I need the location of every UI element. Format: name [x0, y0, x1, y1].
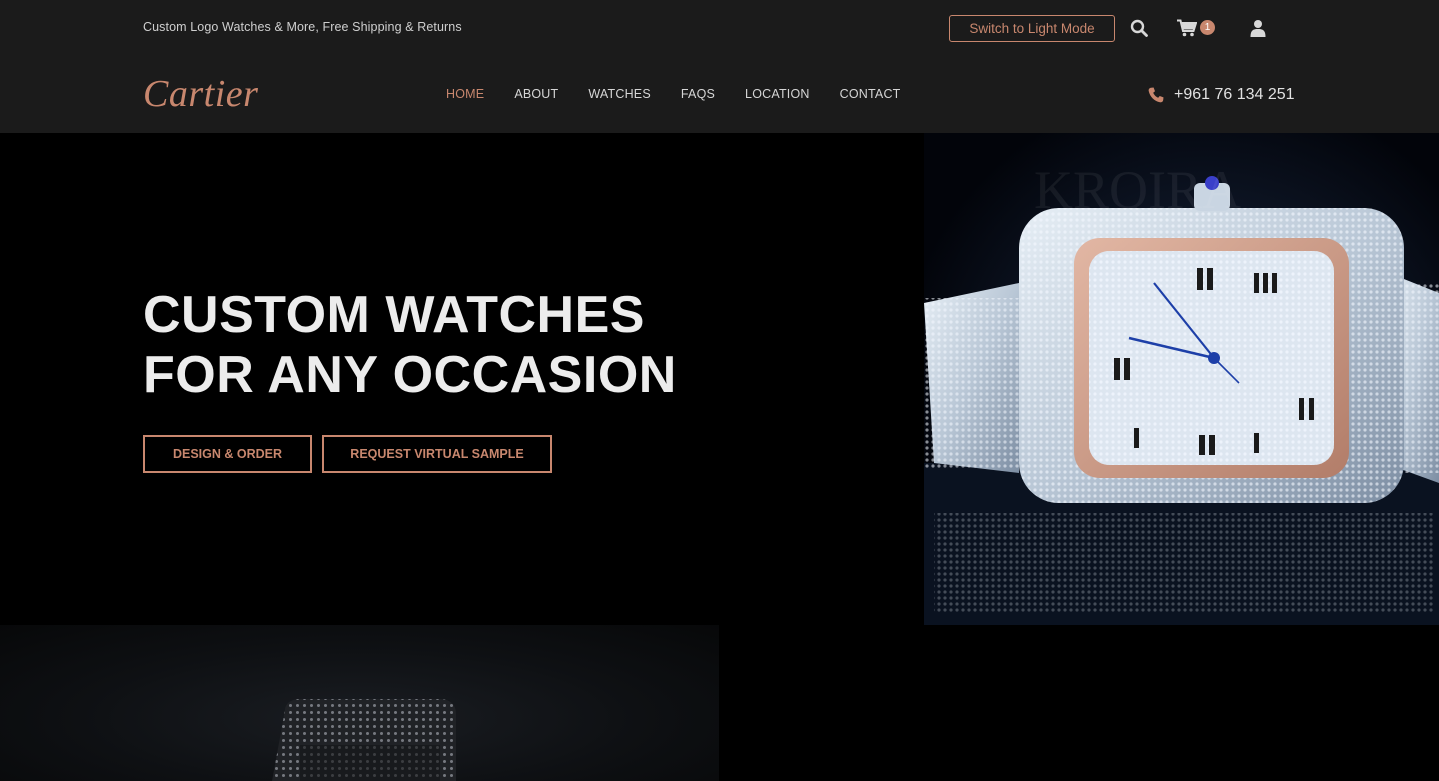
top-bar: Custom Logo Watches & More, Free Shippin…	[0, 0, 1439, 56]
nav-item-watches[interactable]: WATCHES	[588, 87, 651, 101]
brand-logo[interactable]: Cartier	[143, 72, 258, 116]
hero-title: CUSTOM WATCHES FOR ANY OCCASION	[143, 285, 677, 405]
phone-contact[interactable]: +961 76 134 251	[1148, 86, 1295, 104]
tagline: Custom Logo Watches & More, Free Shippin…	[143, 20, 462, 34]
main-nav: HOME ABOUT WATCHES FAQS LOCATION CONTACT	[446, 87, 931, 101]
nav-item-faqs[interactable]: FAQS	[681, 87, 715, 101]
hero-watch-image: KRQIRA	[924, 133, 1439, 625]
nav-item-contact[interactable]: CONTACT	[840, 87, 901, 101]
request-virtual-sample-button[interactable]: REQUEST VIRTUAL SAMPLE	[322, 435, 552, 473]
featured-watch-image	[0, 625, 719, 781]
cart-count-badge: 1	[1200, 20, 1215, 35]
phone-number: +961 76 134 251	[1174, 86, 1295, 103]
nav-item-about[interactable]: ABOUT	[514, 87, 558, 101]
switch-light-mode-button[interactable]: Switch to Light Mode	[949, 15, 1115, 42]
hero-section: CUSTOM WATCHES FOR ANY OCCASION DESIGN &…	[0, 133, 1439, 625]
user-icon[interactable]	[1248, 17, 1268, 39]
svg-text:KRQIRA: KRQIRA	[1034, 160, 1241, 220]
nav-item-home[interactable]: HOME	[446, 87, 484, 101]
main-navbar: Cartier HOME ABOUT WATCHES FAQS LOCATION…	[0, 56, 1439, 133]
hero-title-line-2: FOR ANY OCCASION	[143, 346, 677, 404]
design-order-button[interactable]: DESIGN & ORDER	[143, 435, 312, 473]
search-icon[interactable]	[1128, 17, 1150, 39]
phone-icon	[1148, 87, 1164, 103]
nav-item-location[interactable]: LOCATION	[745, 87, 810, 101]
hero-title-line-1: CUSTOM WATCHES	[143, 286, 645, 344]
cart-icon[interactable]	[1175, 16, 1199, 40]
